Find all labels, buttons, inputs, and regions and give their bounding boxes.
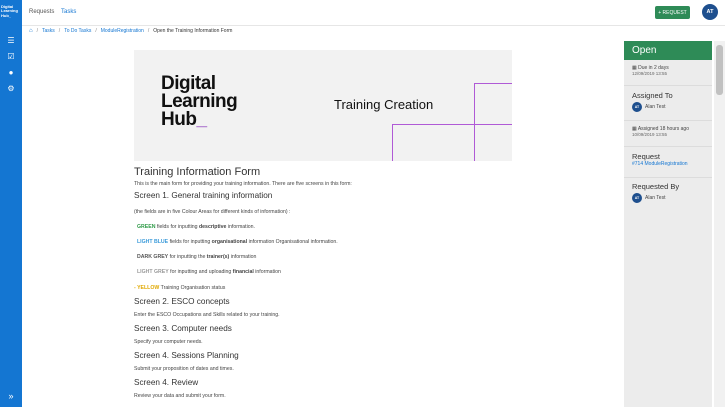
assigned-ago-block: ▦ Assigned 18 hours ago 10/09/2019 13:55 — [632, 126, 689, 137]
page-scrollbar[interactable] — [714, 41, 725, 407]
banner-title: Training Creation — [334, 97, 434, 112]
avatar: AT — [632, 102, 642, 112]
status-badge: Open — [624, 41, 712, 60]
banner-decoration — [392, 124, 512, 161]
training-creation-banner: Digital Learning Hub_ Training Creation — [134, 50, 512, 161]
screen-1-heading: Screen 1. General training information — [134, 191, 273, 200]
breadcrumb-tasks[interactable]: Tasks — [42, 28, 55, 34]
form-title: Training Information Form — [134, 166, 261, 178]
home-icon[interactable]: ⌂ — [29, 28, 33, 34]
screen-5-heading: Screen 4. Review — [134, 378, 199, 387]
expand-sidebar-icon[interactable]: » — [0, 391, 22, 401]
user-icon[interactable]: ● — [0, 64, 22, 80]
top-bar: Requests Tasks + REQUEST AT — [22, 0, 725, 26]
tab-requests[interactable]: Requests — [29, 9, 54, 15]
assigned-to-block: Assigned To AT Alan Test — [632, 91, 673, 112]
user-avatar[interactable]: AT — [702, 4, 718, 20]
color-area-dark-grey: DARK GREY for inputting the trainer(s) i… — [137, 254, 257, 260]
avatar: AT — [632, 193, 642, 203]
screen-3-text: Specify your computer needs. — [134, 339, 203, 345]
screen-4-heading: Screen 4. Sessions Planning — [134, 351, 239, 360]
list-icon[interactable]: ☰ — [0, 32, 22, 48]
color-area-yellow: - YELLOW Training Organisation status — [134, 285, 226, 291]
requester-name: Alan Test — [645, 195, 666, 201]
due-date-block: ▦ Due in 2 days 12/09/2019 13:55 — [632, 65, 669, 76]
new-request-button[interactable]: + REQUEST — [655, 6, 690, 19]
screen-1-note: (the fields are in five Colour Areas for… — [134, 209, 291, 215]
color-area-light-grey: LIGHT GREY for inputting and uploading f… — [137, 269, 281, 275]
left-sidebar: Digital Learning Hub_ ☰ ☑ ● ⚙ » — [0, 0, 22, 407]
breadcrumb: ⌂ / Tasks / To Do Tasks / ModuleRegistra… — [29, 28, 233, 34]
banner-logo: Digital Learning Hub_ — [161, 73, 238, 130]
screen-5-text: Review your data and submit your form. — [134, 393, 226, 399]
app-logo[interactable]: Digital Learning Hub_ — [1, 4, 22, 18]
requested-by-block: Requested By AT Alan Test — [632, 182, 680, 203]
breadcrumb-current-task: Open the Training Information Form — [153, 28, 233, 34]
screen-2-text: Enter the ESCO Occupations and Skills re… — [134, 312, 280, 318]
request-block: Request #714 ModuleRegistration — [632, 152, 712, 167]
form-intro: This is the main form for providing your… — [134, 181, 352, 187]
check-square-icon[interactable]: ☑ — [0, 48, 22, 64]
tab-tasks[interactable]: Tasks — [61, 9, 76, 15]
breadcrumb-todo-tasks[interactable]: To Do Tasks — [64, 28, 91, 34]
screen-2-heading: Screen 2. ESCO concepts — [134, 297, 230, 306]
assignee-name: Alan Test — [645, 104, 666, 110]
logo-line-3: Hub_ — [1, 12, 11, 18]
request-link[interactable]: #714 ModuleRegistration — [632, 161, 712, 167]
gear-icon[interactable]: ⚙ — [0, 80, 22, 96]
screen-3-heading: Screen 3. Computer needs — [134, 324, 232, 333]
screen-4-text: Submit your proposition of dates and tim… — [134, 366, 234, 372]
breadcrumb-module-registration[interactable]: ModuleRegistration — [101, 28, 144, 34]
color-area-green: GREEN fields for inputting descriptive i… — [137, 224, 255, 230]
color-area-light-blue: LIGHT BLUE fields for inputting organisa… — [137, 239, 338, 245]
scrollbar-thumb[interactable] — [716, 45, 723, 95]
task-details-panel: Open ▦ Due in 2 days 12/09/2019 13:55 As… — [624, 41, 712, 407]
